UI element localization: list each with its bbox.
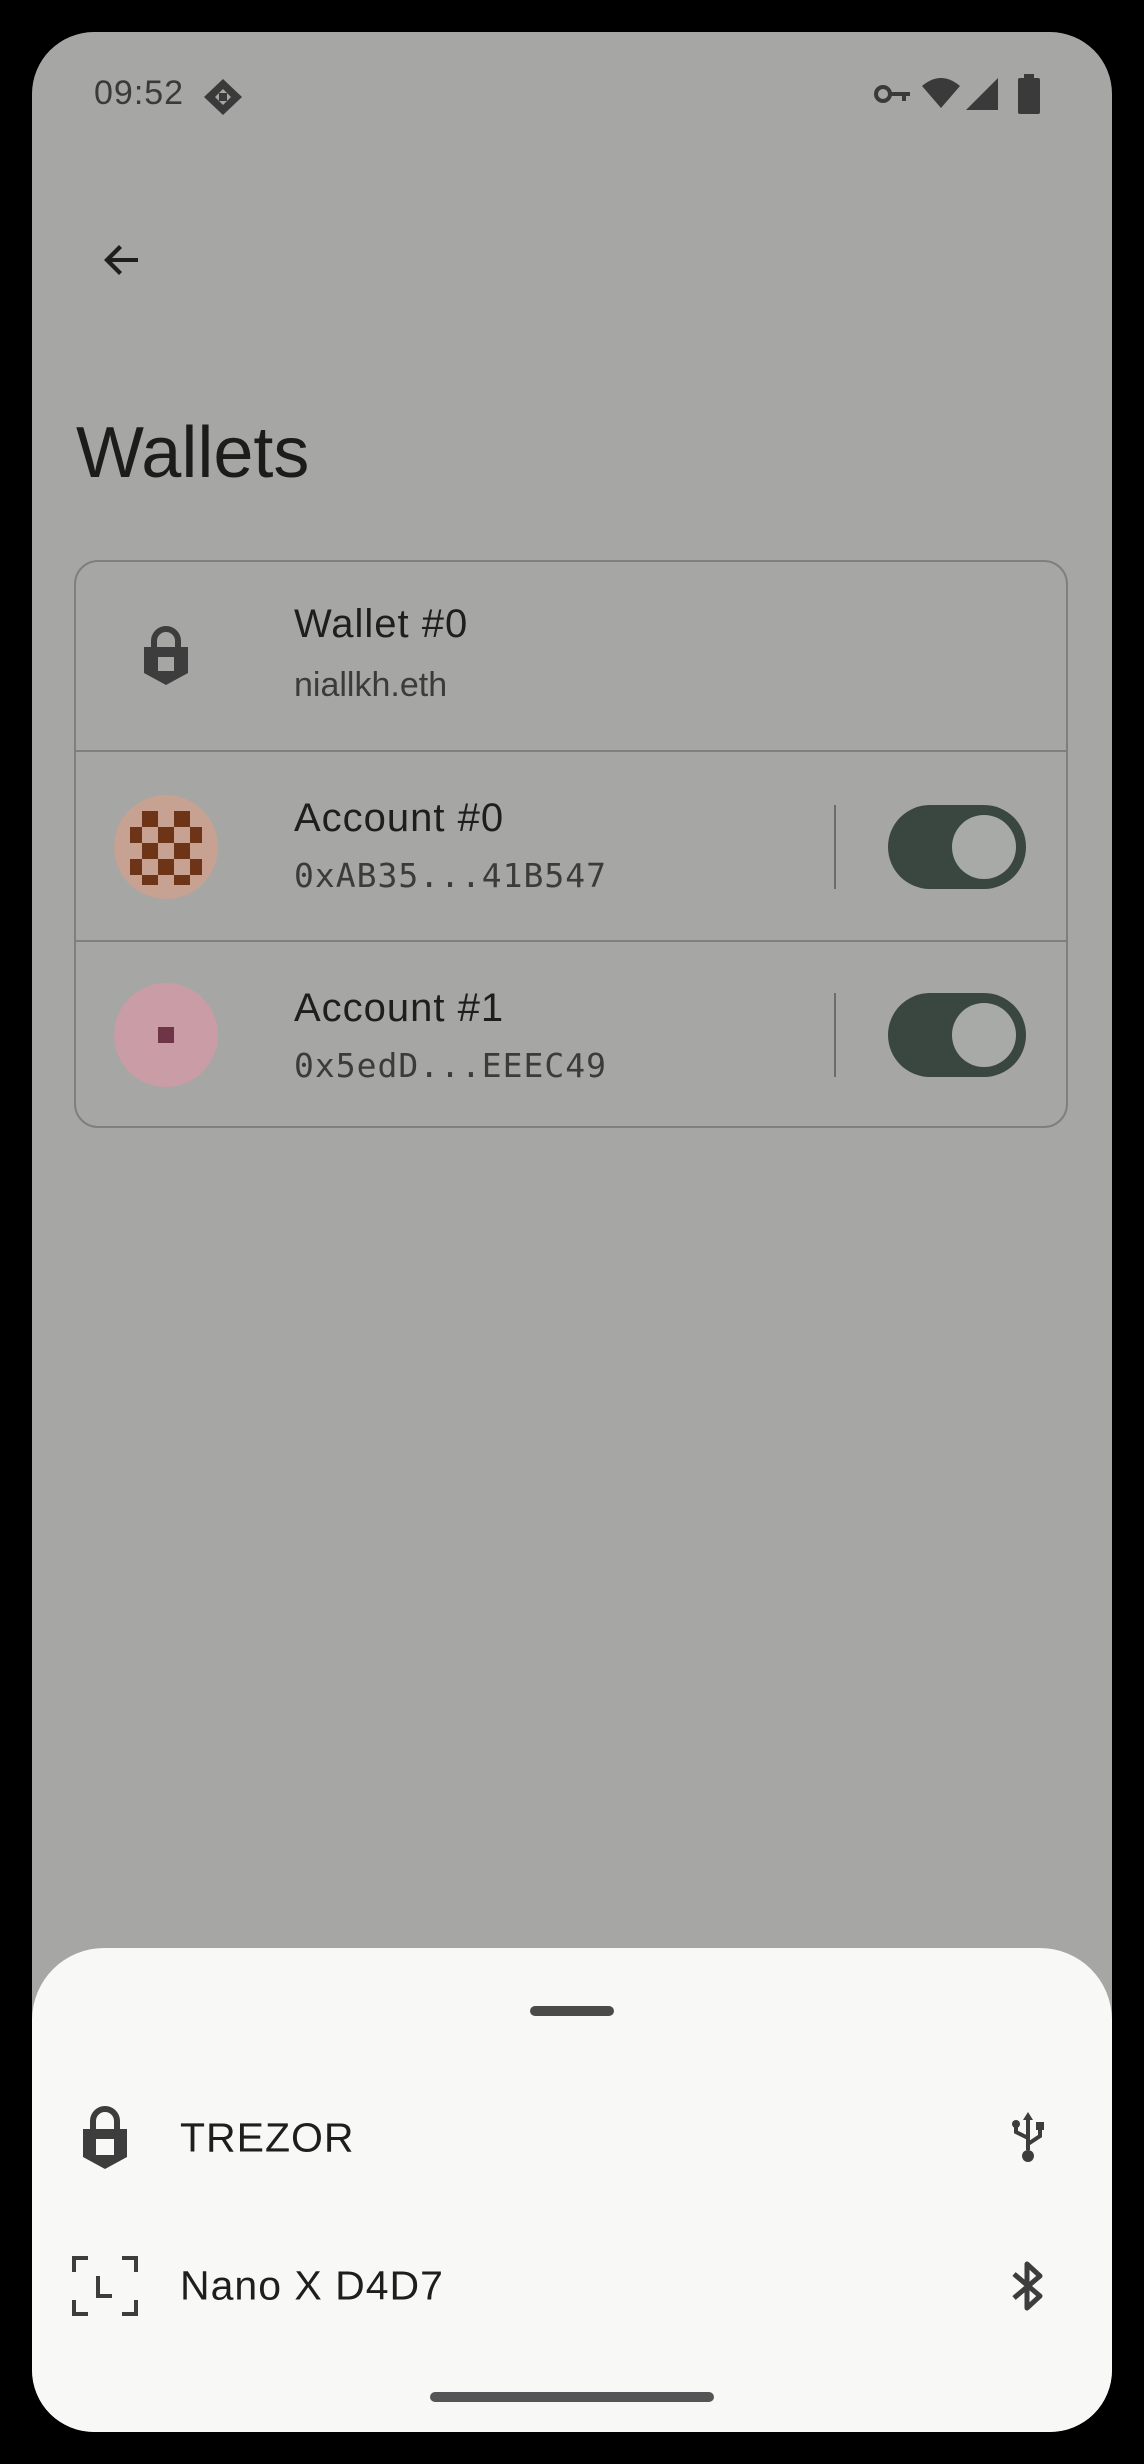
wallet-title: Wallet #0	[294, 602, 469, 646]
lock-icon	[68, 2101, 142, 2175]
account-row[interactable]: Account #0 0xAB35...41B547	[76, 750, 1066, 942]
device-item-trezor[interactable]: TREZOR	[32, 2064, 1112, 2212]
wallet-lock-icon-container	[114, 604, 218, 708]
account-title: Account #0	[294, 796, 505, 840]
back-button[interactable]	[74, 212, 170, 308]
row-divider	[834, 805, 836, 889]
account-avatar	[114, 983, 218, 1087]
account-address: 0xAB35...41B547	[294, 856, 608, 895]
ledger-icon	[68, 2249, 142, 2323]
identicon	[158, 1027, 174, 1043]
row-divider	[834, 993, 836, 1077]
screen: 09:52 Wallets Wallet #0 niallkh.eth Acco…	[32, 32, 1112, 2432]
account-title: Account #1	[294, 986, 505, 1030]
identicon	[130, 811, 202, 885]
wifi-icon	[922, 78, 960, 108]
device-label: Nano X D4D7	[180, 2262, 444, 2309]
account-avatar	[114, 795, 218, 899]
cell-signal-icon	[966, 78, 998, 110]
app-notification-icon	[204, 79, 242, 115]
battery-icon	[1018, 74, 1040, 114]
device-bottom-sheet: TREZOR Nano X D4D7	[32, 1948, 1112, 2432]
vpn-key-icon	[874, 85, 910, 103]
wallet-row[interactable]: Wallet #0 niallkh.eth	[76, 562, 1066, 750]
usb-icon	[998, 2108, 1058, 2168]
wallet-ens-name: niallkh.eth	[294, 666, 448, 704]
device-label: TREZOR	[180, 2114, 355, 2161]
status-bar: 09:52	[32, 32, 1112, 162]
bluetooth-icon	[998, 2256, 1058, 2316]
device-item-nano-x[interactable]: Nano X D4D7	[32, 2212, 1112, 2360]
toggle-thumb	[952, 1003, 1016, 1067]
gesture-navigation-bar[interactable]	[430, 2392, 714, 2402]
account-address: 0x5edD...EEEC49	[294, 1046, 608, 1085]
account-enabled-toggle[interactable]	[888, 805, 1026, 889]
account-enabled-toggle[interactable]	[888, 993, 1026, 1077]
drag-handle[interactable]	[530, 2006, 614, 2016]
lock-icon	[144, 626, 188, 685]
toggle-thumb	[952, 815, 1016, 879]
status-time: 09:52	[94, 74, 185, 112]
page-title: Wallets	[76, 413, 310, 493]
account-row[interactable]: Account #1 0x5edD...EEEC49	[76, 940, 1066, 1128]
wallet-card: Wallet #0 niallkh.eth Account #0 0xAB35.…	[74, 560, 1068, 1128]
arrow-back-icon	[104, 245, 138, 275]
